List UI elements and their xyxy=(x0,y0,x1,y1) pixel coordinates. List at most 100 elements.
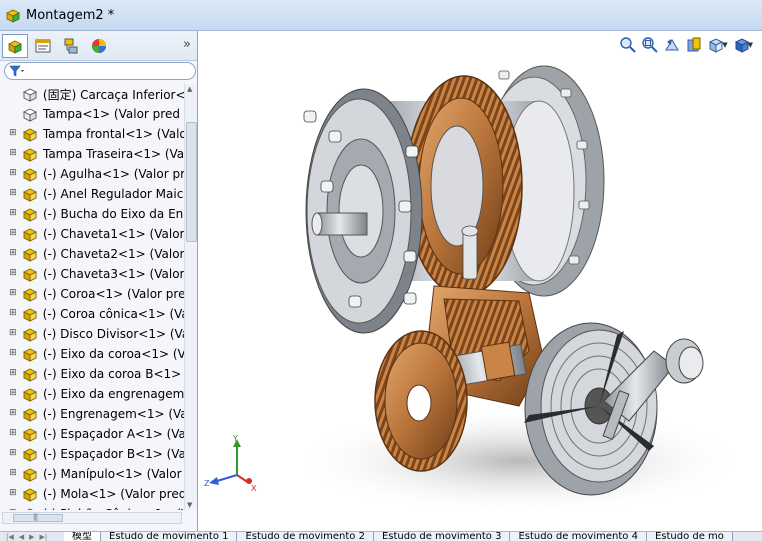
view-orientation-dropdown-icon[interactable]: ▼ xyxy=(722,41,727,49)
part-icon xyxy=(22,128,37,142)
triad-y-label: Y xyxy=(232,434,238,443)
tree-item[interactable]: Tampa<1> (Valor pred xyxy=(0,104,184,124)
tab-scroll-arrows[interactable]: |◀ ◀ ▶ ▶| xyxy=(0,532,64,541)
triad-x-label: X xyxy=(251,484,257,493)
expand-plus-icon[interactable]: ⊞ xyxy=(8,349,18,359)
scroll-up-arrow-icon[interactable]: ▲ xyxy=(187,85,192,93)
tab-motion-study[interactable]: Estudo de movimento 1 xyxy=(101,532,238,541)
expand-plus-icon[interactable]: ⊞ xyxy=(8,429,18,439)
expand-plus-icon[interactable]: ⊞ xyxy=(8,309,18,319)
part-icon xyxy=(22,228,37,242)
expand-plus-icon[interactable]: ⊞ xyxy=(8,169,18,179)
tree-item[interactable]: ⊞ (-) Manípulo<1> (Valor xyxy=(0,464,184,484)
tree-item-label: (-) Eixo da coroa B<1> xyxy=(43,367,182,381)
tree-item[interactable]: ⊞ Tampa Traseira<1> (Va xyxy=(0,144,184,164)
assembly-document-icon xyxy=(6,9,20,23)
tree-item[interactable]: ⊞ (-) Espaçador B<1> (Va xyxy=(0,444,184,464)
tree-item[interactable]: ⊞ (-) Pinhão Cônico<1> (V xyxy=(0,504,184,510)
expand-plus-icon[interactable]: ⊞ xyxy=(8,269,18,279)
gear-assembly-model[interactable] xyxy=(199,31,762,531)
configuration-manager-icon xyxy=(64,38,78,53)
expand-plus-icon[interactable]: ⊞ xyxy=(8,369,18,379)
tree-item[interactable]: (固定) Carcaça Inferior< xyxy=(0,84,184,104)
zoom-to-fit-button[interactable] xyxy=(617,35,639,55)
fixed-part-icon xyxy=(22,88,37,102)
expand-plus-icon[interactable]: ⊞ xyxy=(8,449,18,459)
tree-filter-bar[interactable] xyxy=(4,62,196,80)
tab-configuration-manager[interactable] xyxy=(58,34,84,58)
tab-motion-study[interactable]: Estudo de mo xyxy=(646,532,733,541)
part-icon xyxy=(22,308,37,322)
prev-tab-arrow-icon[interactable]: ◀ xyxy=(19,533,24,541)
tab-display-manager[interactable] xyxy=(86,34,112,58)
scroll-down-arrow-icon[interactable]: ▼ xyxy=(187,501,192,509)
spur-gear[interactable] xyxy=(374,330,468,472)
tree-item[interactable]: ⊞ (-) Chaveta2<1> (Valor xyxy=(0,244,184,264)
graphics-viewport[interactable]: ▼ ▼ Y Z X xyxy=(199,31,762,531)
previous-view-button[interactable] xyxy=(661,35,683,55)
tree-item-label: Tampa<1> (Valor pred xyxy=(43,107,180,121)
tab-property-manager[interactable] xyxy=(30,34,56,58)
panel-tab-bar: » xyxy=(0,31,197,61)
tree-item[interactable]: ⊞ (-) Engrenagem<1> (Va xyxy=(0,404,184,424)
reference-triad: Y Z X xyxy=(204,434,257,493)
first-tab-arrow-icon[interactable]: |◀ xyxy=(6,533,14,541)
expand-plus-icon[interactable]: ⊞ xyxy=(8,229,18,239)
tab-motion-study[interactable]: Estudo de movimento 4 xyxy=(510,532,647,541)
tab-motion-study[interactable]: Estudo de movimento 2 xyxy=(237,532,374,541)
crown-shaft[interactable] xyxy=(311,212,368,236)
tree-item[interactable]: ⊞ (-) Coroa<1> (Valor pre xyxy=(0,284,184,304)
expand-plus-icon[interactable]: ⊞ xyxy=(8,409,18,419)
feature-manager-icon xyxy=(8,40,22,54)
tree-item[interactable]: ⊞ (-) Eixo da engrenagem xyxy=(0,384,184,404)
expand-plus-icon[interactable]: ⊞ xyxy=(8,509,18,511)
expand-plus-icon[interactable]: ⊞ xyxy=(8,469,18,479)
expand-plus-icon[interactable]: ⊞ xyxy=(8,149,18,159)
tree-vertical-scrollbar[interactable]: ▲ ▼ xyxy=(184,84,197,510)
expand-plus-icon[interactable]: ⊞ xyxy=(8,129,18,139)
part-icon xyxy=(22,208,38,222)
expand-plus-icon[interactable]: ⊞ xyxy=(8,209,18,219)
expand-plus-icon[interactable]: ⊞ xyxy=(8,329,18,339)
expand-plus-icon[interactable]: ⊞ xyxy=(8,289,18,299)
section-view-button[interactable] xyxy=(683,35,705,55)
panel-more-tabs-button[interactable]: » xyxy=(183,37,191,52)
tree-item[interactable]: ⊞ (-) Bucha do Eixo da En xyxy=(0,204,184,224)
tree-item-label: (-) Chaveta2<1> (Valor xyxy=(42,247,184,261)
tree-item[interactable]: ⊞ (-) Chaveta3<1> (Valor xyxy=(0,264,184,284)
expand-plus-icon[interactable]: ⊞ xyxy=(8,489,18,499)
tree-item[interactable]: ⊞ (-) Espaçador A<1> (Va xyxy=(0,424,184,444)
expand-plus-icon[interactable]: ⊞ xyxy=(8,189,18,199)
tab-motion-study[interactable]: Estudo de movimento 3 xyxy=(373,532,511,541)
tree-item-label: Tampa frontal<1> (Valo xyxy=(42,127,184,141)
last-tab-arrow-icon[interactable]: ▶| xyxy=(40,533,48,541)
front-cover[interactable] xyxy=(303,88,423,334)
tree-item[interactable]: ⊞ (-) Eixo da coroa<1> (V xyxy=(0,344,184,364)
display-style-dropdown-icon[interactable]: ▼ xyxy=(748,41,753,49)
tree-item[interactable]: ⊞ (-) Anel Regulador Maic xyxy=(0,184,184,204)
tree-item[interactable]: ⊞ (-) Coroa cônica<1> (Va xyxy=(0,304,184,324)
expand-plus-icon[interactable]: ⊞ xyxy=(8,389,18,399)
zoom-to-area-button[interactable] xyxy=(639,35,661,55)
tree-item-label: (-) Mola<1> (Valor pred xyxy=(42,487,184,501)
tree-item-label: (-) Eixo da coroa<1> (V xyxy=(42,347,184,361)
tab-model[interactable]: 模型 xyxy=(64,532,101,541)
tree-item-label: (-) Eixo da engrenagem xyxy=(42,387,184,401)
expand-plus-icon[interactable]: ⊞ xyxy=(8,249,18,259)
tree-item-label: (-) Chaveta3<1> (Valor xyxy=(42,267,184,281)
tree-item[interactable]: ⊞ (-) Chaveta1<1> (Valor xyxy=(0,224,184,244)
tree-horizontal-scrollbar[interactable]: ||| xyxy=(2,512,182,524)
next-tab-arrow-icon[interactable]: ▶ xyxy=(29,533,34,541)
tree-item[interactable]: ⊞ (-) Disco Divisor<1> (Va xyxy=(0,324,184,344)
part-icon xyxy=(22,468,38,482)
scroll-thumb[interactable] xyxy=(186,122,197,242)
tree-item[interactable]: ⊞ (-) Mola<1> (Valor pred xyxy=(0,484,184,504)
window-title: Montagem2 * xyxy=(26,7,115,23)
zoom-to-fit-icon xyxy=(620,37,636,53)
tab-feature-manager[interactable] xyxy=(2,33,28,58)
tree-item[interactable]: ⊞ Tampa frontal<1> (Valo xyxy=(0,124,184,144)
tree-item[interactable]: ⊞ (-) Agulha<1> (Valor pr xyxy=(0,164,184,184)
tree-item[interactable]: ⊞ (-) Eixo da coroa B<1> xyxy=(0,364,184,384)
hscroll-thumb[interactable] xyxy=(13,514,63,522)
fixed-part-icon xyxy=(22,108,38,122)
